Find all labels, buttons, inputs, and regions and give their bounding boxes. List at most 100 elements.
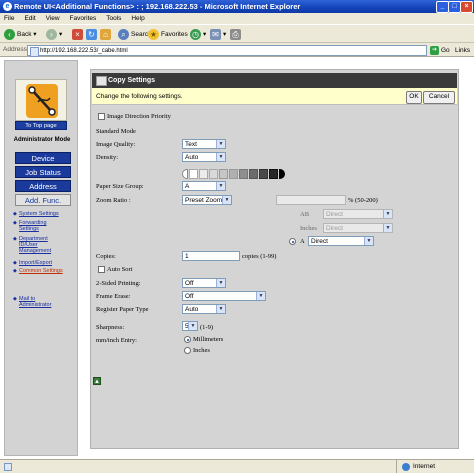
zoom-a-radio[interactable]: [289, 238, 296, 245]
density-label: Density:: [96, 154, 119, 161]
zoom-a-select[interactable]: Direct ▼: [308, 236, 374, 246]
zoom-ab-select[interactable]: Direct ▼: [323, 209, 393, 219]
home-button[interactable]: ⌂: [100, 28, 113, 41]
window-title-bar: e Remote UI<Additional Functions> : ; 19…: [0, 0, 474, 13]
nav-add-func[interactable]: Add. Func.: [15, 194, 71, 206]
link-system-settings[interactable]: System Settings: [13, 211, 71, 217]
back-arrow-icon: ‹: [4, 28, 15, 40]
back-button[interactable]: ‹ Back ▾: [4, 28, 37, 41]
to-top-page-button[interactable]: To Top page: [15, 121, 67, 130]
link-common-settings[interactable]: Common Settings: [13, 268, 71, 274]
sharpness-select[interactable]: 5 ▼: [182, 321, 198, 331]
menu-favorites[interactable]: Favorites: [66, 13, 101, 24]
zone-label: Internet: [413, 463, 436, 470]
mail-button[interactable]: ✉ ▾: [210, 28, 226, 41]
inches-label: Inches: [193, 347, 210, 354]
link-mail-to-administrator[interactable]: Mail to Administrator: [13, 296, 63, 308]
density-level-3[interactable]: [209, 169, 218, 179]
nav-job-status[interactable]: Job Status: [15, 166, 71, 178]
zoom-ratio-label: Zoom Ratio :: [96, 197, 131, 204]
density-level-5[interactable]: [229, 169, 238, 179]
register-paper-label: Register Paper Type: [96, 306, 149, 313]
copies-input[interactable]: 1: [182, 251, 240, 261]
menu-view[interactable]: View: [42, 13, 64, 24]
chevron-down-icon: ▼: [364, 237, 373, 245]
status-bar: Internet: [0, 459, 474, 473]
chevron-down-icon: ▼: [216, 279, 225, 287]
address-input[interactable]: http://192.168.222.53/_cabe.html: [27, 45, 427, 57]
density-level-6[interactable]: [239, 169, 248, 179]
ok-button[interactable]: OK: [406, 91, 422, 104]
page-title-bar: Copy Settings: [92, 73, 457, 88]
zoom-ratio-percent-input[interactable]: [276, 195, 346, 205]
density-level-7[interactable]: [249, 169, 258, 179]
nav-address[interactable]: Address: [15, 180, 71, 192]
link-forwarding-settings[interactable]: Forwarding Settings: [13, 220, 63, 232]
density-light-end: [182, 169, 188, 179]
standard-mode-heading: Standard Mode: [96, 128, 136, 135]
image-quality-select[interactable]: Text ▼: [182, 139, 226, 149]
image-direction-label: Image Direction Priority: [107, 113, 171, 120]
ie-logo-icon: e: [3, 2, 12, 11]
register-paper-select[interactable]: Auto ▼: [182, 304, 226, 314]
density-select[interactable]: Auto ▼: [182, 152, 226, 162]
refresh-icon: ↻: [86, 28, 97, 40]
history-button[interactable]: ◷ ▾: [190, 28, 206, 41]
nav-device[interactable]: Device: [15, 152, 71, 164]
stop-icon: ×: [72, 28, 83, 40]
menu-help[interactable]: Help: [127, 13, 148, 24]
device-logo-icon[interactable]: [15, 79, 67, 121]
link-department-id-management[interactable]: Department ID/User Management: [13, 236, 63, 254]
close-window-button[interactable]: ×: [460, 1, 473, 13]
zoom-ratio-select[interactable]: Preset Zoom ▼: [182, 195, 232, 205]
density-level-1[interactable]: [189, 169, 198, 179]
paper-size-group-select[interactable]: A ▼: [182, 181, 226, 191]
zoom-inches-select[interactable]: Direct ▼: [323, 223, 393, 233]
chevron-down-icon: ▼: [216, 140, 225, 148]
cancel-button[interactable]: Cancel: [423, 91, 455, 104]
chevron-down-icon: ▼: [256, 292, 265, 300]
search-icon: ⌕: [118, 28, 129, 40]
image-quality-label: Image Quality:: [96, 141, 136, 148]
frame-erase-select[interactable]: Off ▼: [182, 291, 266, 301]
page-icon: [30, 47, 39, 57]
two-sided-label: 2-Sided Printing:: [96, 280, 141, 287]
menu-edit[interactable]: Edit: [20, 13, 39, 24]
mail-icon: ✉: [210, 28, 221, 40]
copies-range: copies (1-99): [242, 253, 277, 260]
auto-sort-checkbox[interactable]: [98, 266, 105, 273]
back-to-top-icon[interactable]: ▲: [93, 377, 101, 385]
two-sided-select[interactable]: Off ▼: [182, 278, 226, 288]
density-level-8[interactable]: [259, 169, 268, 179]
forward-arrow-icon: ›: [46, 28, 57, 40]
print-button[interactable]: ⎙: [230, 28, 243, 41]
links-button[interactable]: Links: [455, 45, 470, 56]
chevron-down-icon: ▼: [383, 224, 392, 232]
chevron-down-icon: ▼: [383, 210, 392, 218]
millimeters-radio[interactable]: [184, 336, 191, 343]
menu-file[interactable]: File: [0, 13, 18, 24]
zoom-a-label: A: [300, 238, 305, 245]
mm-inch-label: mm/inch Entry:: [96, 337, 137, 344]
history-icon: ◷: [190, 28, 201, 40]
density-level-9[interactable]: [269, 169, 278, 179]
image-direction-checkbox[interactable]: [98, 113, 105, 120]
favorites-button[interactable]: ★ Favorites: [148, 28, 188, 41]
refresh-button[interactable]: ↻: [86, 28, 99, 41]
zoom-ab-label: AB: [300, 211, 310, 218]
density-level-4[interactable]: [219, 169, 228, 179]
density-level-2[interactable]: [199, 169, 208, 179]
window-title: Remote UI<Additional Functions> : ; 192.…: [14, 2, 301, 11]
frame-erase-label: Frame Erase:: [96, 293, 131, 300]
menu-bar: File Edit View Favorites Tools Help: [0, 13, 474, 24]
forward-button[interactable]: › ▾: [46, 28, 62, 41]
menu-tools[interactable]: Tools: [102, 13, 125, 24]
auto-sort-label: Auto Sort: [107, 266, 133, 273]
link-import-export[interactable]: Import/Export: [13, 260, 71, 266]
stop-button[interactable]: ×: [72, 28, 85, 41]
go-button[interactable]: ➔ Go: [430, 45, 452, 56]
chevron-down-icon: ▼: [222, 196, 231, 204]
inches-radio[interactable]: [184, 347, 191, 354]
go-arrow-icon: ➔: [430, 45, 439, 55]
search-button[interactable]: ⌕ Search: [118, 28, 152, 41]
